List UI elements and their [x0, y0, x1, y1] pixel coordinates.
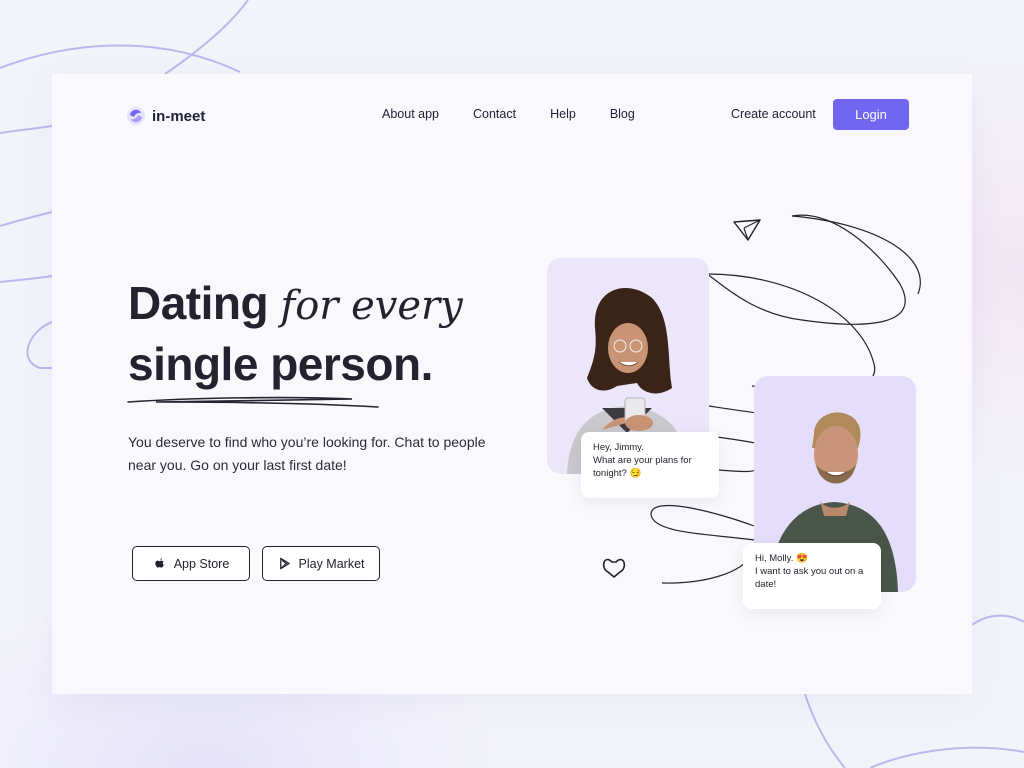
landing-card: in-meet About app Contact Help Blog Crea…	[52, 74, 972, 694]
chat-bubble-from-woman: Hey, Jimmy. What are your plans for toni…	[581, 432, 719, 498]
paper-plane-icon	[733, 219, 761, 241]
chat-bubble-from-man: Hi, Molly. 😍 I want to ask you out on a …	[743, 543, 881, 609]
heart-icon	[602, 558, 626, 578]
